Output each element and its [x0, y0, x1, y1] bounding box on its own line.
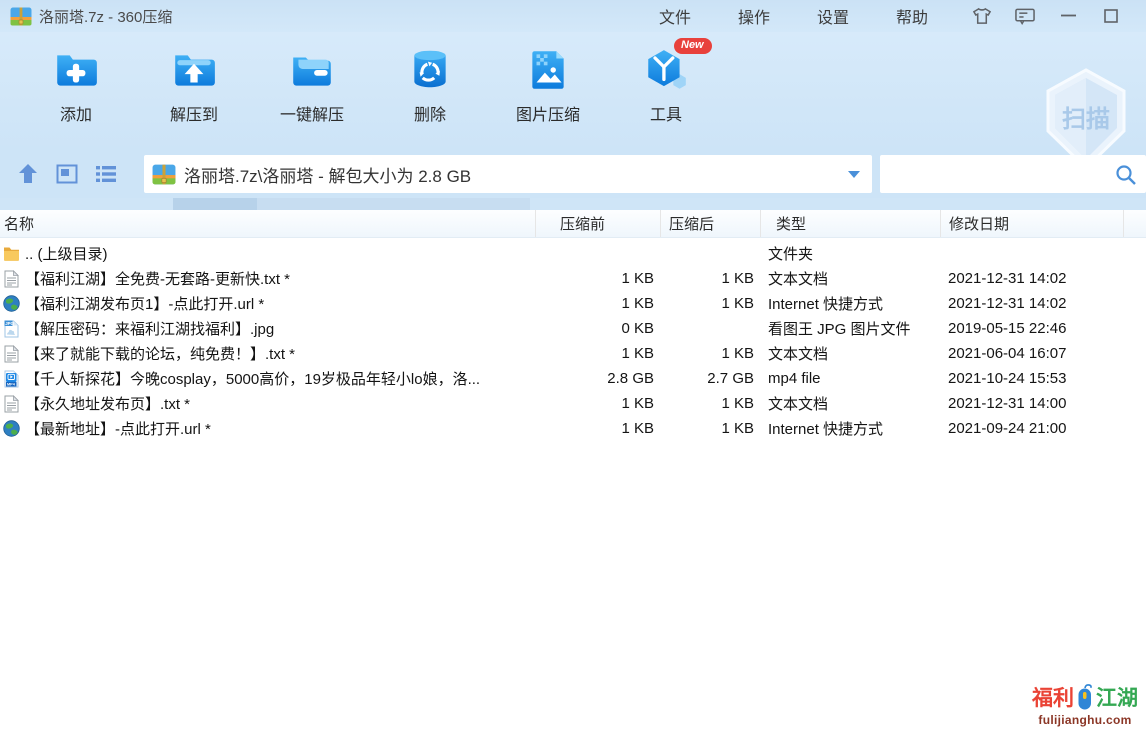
tools-label: 工具 [650, 101, 682, 125]
svg-text:扫描: 扫描 [1062, 106, 1110, 133]
image-compress-label: 图片压缩 [516, 101, 580, 125]
text-file-icon [2, 345, 21, 363]
feedback-icon[interactable] [1015, 5, 1035, 27]
theme-skin-icon[interactable] [972, 5, 992, 27]
table-row[interactable]: 【来了就能下载的论坛，纯免费！】.txt * 1 KB 1 KB 文本文档 20… [0, 341, 1146, 366]
table-row[interactable]: 【福利江湖】全免费-无套路-更新快.txt * 1 KB 1 KB 文本文档 2… [0, 266, 1146, 291]
scroll-strip [0, 198, 1146, 210]
scroll-track [257, 198, 530, 210]
search-icon[interactable] [1114, 163, 1138, 187]
one-click-extract-label: 一键解压 [280, 101, 344, 125]
add-label: 添加 [60, 101, 92, 125]
file-list: .. (上级目录) 文件夹 [0, 238, 1146, 441]
new-badge: New [674, 38, 712, 54]
tools-button[interactable]: New 工具 [620, 46, 712, 125]
search-box[interactable] [880, 155, 1146, 193]
extract-to-folder-icon [170, 46, 218, 94]
svg-text:JPG: JPG [5, 321, 14, 326]
column-header-tail [1123, 210, 1146, 237]
menu-settings[interactable]: 设置 [817, 4, 849, 28]
up-directory-button[interactable] [15, 161, 41, 187]
folder-icon [2, 246, 21, 261]
one-click-extract-button[interactable]: 一键解压 [266, 46, 358, 125]
site-watermark: 福利 江湖 fulijianghu.com [1032, 682, 1138, 727]
scroll-thumb[interactable] [173, 198, 257, 210]
image-compress-button[interactable]: 图片压缩 [502, 46, 594, 125]
column-header-date[interactable]: 修改日期 [940, 210, 1123, 237]
text-file-icon [2, 270, 21, 288]
title-bar: 洛丽塔.7z - 360压缩 文件 操作 设置 帮助 [0, 0, 1146, 32]
column-header-type[interactable]: 类型 [760, 210, 940, 237]
app-window: 洛丽塔.7z - 360压缩 文件 操作 设置 帮助 [0, 0, 1146, 731]
delete-button[interactable]: 删除 [384, 46, 476, 125]
address-path: 洛丽塔.7z\洛丽塔 - 解包大小为 2.8 GB [184, 162, 848, 187]
watermark-brand-right: 江湖 [1096, 682, 1138, 712]
text-file-icon [2, 395, 21, 413]
delete-trash-icon [406, 46, 454, 94]
column-header-size-after[interactable]: 压缩后 [660, 210, 760, 237]
address-dropdown-icon[interactable] [848, 171, 860, 178]
window-controls [972, 5, 1146, 27]
address-row: 洛丽塔.7z\洛丽塔 - 解包大小为 2.8 GB [0, 150, 1146, 198]
mp4-file-icon: MP4 [2, 370, 21, 388]
app-zip-icon [10, 7, 32, 26]
menu-action[interactable]: 操作 [738, 4, 770, 28]
image-compress-icon [524, 46, 572, 94]
column-header-name[interactable]: 名称 [0, 210, 535, 237]
table-row[interactable]: .. (上级目录) 文件夹 [0, 241, 1146, 266]
archive-icon [152, 164, 176, 185]
internet-shortcut-icon [2, 295, 21, 312]
menu-help[interactable]: 帮助 [896, 4, 928, 28]
internet-shortcut-icon [2, 420, 21, 437]
column-header-size-before[interactable]: 压缩前 [535, 210, 660, 237]
toolbar: 添加 解压到 一键解压 [0, 32, 1146, 150]
svg-text:MP4: MP4 [7, 382, 16, 386]
delete-label: 删除 [414, 101, 446, 125]
watermark-brand-left: 福利 [1032, 682, 1074, 712]
watermark-domain: fulijianghu.com [1032, 713, 1138, 727]
table-row[interactable]: MP4 【千人斩探花】今晚cosplay，5000高价，19岁极品年轻小lo娘，… [0, 366, 1146, 391]
table-row[interactable]: 【福利江湖发布页1】-点此打开.url * 1 KB 1 KB Internet… [0, 291, 1146, 316]
mouse-icon [1075, 683, 1095, 711]
table-row[interactable]: 【永久地址发布页】.txt * 1 KB 1 KB 文本文档 2021-12-3… [0, 391, 1146, 416]
column-header-row: 名称 压缩前 压缩后 类型 修改日期 [0, 210, 1146, 238]
menu-bar: 文件 操作 设置 帮助 [659, 4, 928, 28]
extract-to-label: 解压到 [170, 101, 218, 125]
maximize-button[interactable] [1101, 5, 1121, 27]
list-view-button[interactable] [93, 161, 119, 187]
add-button[interactable]: 添加 [30, 46, 122, 125]
search-input[interactable] [880, 155, 1146, 193]
extract-to-button[interactable]: 解压到 [148, 46, 240, 125]
table-row[interactable]: JPG 【解压密码：来福利江湖找福利】.jpg 0 KB 看图王 JPG 图片文… [0, 316, 1146, 341]
one-click-extract-folder-icon [288, 46, 336, 94]
preview-pane-button[interactable] [54, 161, 80, 187]
address-bar[interactable]: 洛丽塔.7z\洛丽塔 - 解包大小为 2.8 GB [144, 155, 872, 193]
table-row[interactable]: 【最新地址】-点此打开.url * 1 KB 1 KB Internet 快捷方… [0, 416, 1146, 441]
add-folder-icon [52, 46, 100, 94]
window-title: 洛丽塔.7z - 360压缩 [39, 6, 172, 27]
menu-file[interactable]: 文件 [659, 4, 691, 28]
minimize-button[interactable] [1058, 5, 1078, 27]
jpg-file-icon: JPG [2, 320, 21, 338]
